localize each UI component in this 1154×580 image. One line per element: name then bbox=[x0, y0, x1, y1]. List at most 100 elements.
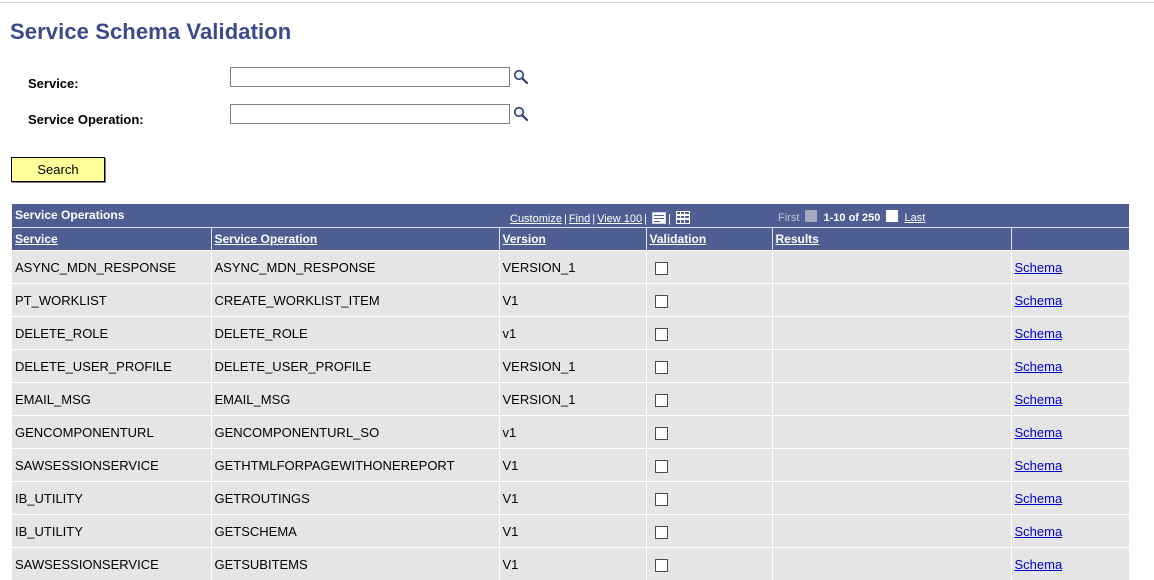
results-cell bbox=[772, 284, 1011, 317]
table-row: IB_UTILITYGETSCHEMAV1 Schema bbox=[12, 515, 1129, 548]
service-cell: DELETE_ROLE bbox=[12, 317, 211, 350]
version-cell: v1 bbox=[499, 416, 646, 449]
table-row: EMAIL_MSGEMAIL_MSGVERSION_1Schema bbox=[12, 383, 1129, 416]
grid-pagination: First 1-10 of 250 Last bbox=[778, 210, 925, 224]
results-cell bbox=[772, 350, 1011, 383]
version-cell: VERSION_1 bbox=[499, 251, 646, 284]
validation-checkbox[interactable] bbox=[655, 394, 668, 407]
schema-cell: Schema bbox=[1011, 482, 1129, 515]
table-row: DELETE_USER_PROFILEDELETE_USER_PROFILEVE… bbox=[12, 350, 1129, 383]
page-title: Service Schema Validation bbox=[10, 19, 291, 45]
grid-chart-icon[interactable] bbox=[676, 211, 690, 224]
last-link[interactable]: Last bbox=[905, 212, 926, 224]
service-operations-grid: Service Operations Customize|Find|View 1… bbox=[12, 204, 1129, 580]
schema-link[interactable]: Schema bbox=[1015, 293, 1063, 308]
service-operation-cell: GENCOMPONENTURL_SO bbox=[211, 416, 499, 449]
service-label: Service: bbox=[28, 76, 79, 91]
service-operation-cell: GETHTMLFORPAGEWITHONEREPORT bbox=[211, 449, 499, 482]
column-header-version[interactable]: Version bbox=[499, 228, 646, 251]
previous-arrow-icon bbox=[805, 210, 817, 222]
validation-checkbox[interactable] bbox=[655, 361, 668, 374]
schema-cell: Schema bbox=[1011, 350, 1129, 383]
service-operation-lookup-icon[interactable] bbox=[513, 106, 529, 122]
schema-link[interactable]: Schema bbox=[1015, 557, 1063, 572]
validation-cell bbox=[646, 350, 772, 383]
top-divider bbox=[0, 2, 1154, 3]
service-cell: ASYNC_MDN_RESPONSE bbox=[12, 251, 211, 284]
schema-link[interactable]: Schema bbox=[1015, 260, 1063, 275]
schema-link[interactable]: Schema bbox=[1015, 425, 1063, 440]
schema-link[interactable]: Schema bbox=[1015, 359, 1063, 374]
column-header-service-operation[interactable]: Service Operation bbox=[211, 228, 499, 251]
schema-link[interactable]: Schema bbox=[1015, 458, 1063, 473]
table-row: ASYNC_MDN_RESPONSEASYNC_MDN_RESPONSEVERS… bbox=[12, 251, 1129, 284]
validation-checkbox[interactable] bbox=[655, 493, 668, 506]
schema-cell: Schema bbox=[1011, 416, 1129, 449]
service-operation-input[interactable] bbox=[230, 104, 510, 124]
version-cell: V1 bbox=[499, 482, 646, 515]
schema-link[interactable]: Schema bbox=[1015, 491, 1063, 506]
version-cell: V1 bbox=[499, 284, 646, 317]
version-cell: V1 bbox=[499, 515, 646, 548]
validation-checkbox[interactable] bbox=[655, 460, 668, 473]
schema-link[interactable]: Schema bbox=[1015, 524, 1063, 539]
results-cell bbox=[772, 416, 1011, 449]
grid-toolbar: Customize|Find|View 100| | bbox=[510, 211, 690, 225]
grid-title: Service Operations bbox=[15, 208, 124, 222]
schema-cell: Schema bbox=[1011, 284, 1129, 317]
column-header-results[interactable]: Results bbox=[772, 228, 1011, 251]
service-operation-cell: GETSUBITEMS bbox=[211, 548, 499, 580]
version-cell: v1 bbox=[499, 317, 646, 350]
service-cell: SAWSESSIONSERVICE bbox=[12, 548, 211, 580]
results-cell bbox=[772, 383, 1011, 416]
table-header-row: Service Service Operation Version Valida… bbox=[12, 228, 1129, 251]
results-cell bbox=[772, 515, 1011, 548]
customize-link[interactable]: Customize bbox=[510, 213, 562, 225]
first-link: First bbox=[778, 212, 799, 224]
search-button[interactable]: Search bbox=[11, 157, 105, 182]
results-cell bbox=[772, 251, 1011, 284]
validation-checkbox[interactable] bbox=[655, 295, 668, 308]
validation-cell bbox=[646, 515, 772, 548]
find-link[interactable]: Find bbox=[569, 213, 590, 225]
column-header-service[interactable]: Service bbox=[12, 228, 211, 251]
schema-link[interactable]: Schema bbox=[1015, 392, 1063, 407]
table-row: GENCOMPONENTURLGENCOMPONENTURL_SOv1Schem… bbox=[12, 416, 1129, 449]
validation-cell bbox=[646, 482, 772, 515]
service-operation-cell: DELETE_ROLE bbox=[211, 317, 499, 350]
validation-cell bbox=[646, 449, 772, 482]
results-cell bbox=[772, 317, 1011, 350]
column-header-schema bbox=[1011, 228, 1129, 251]
schema-cell: Schema bbox=[1011, 317, 1129, 350]
table-row: IB_UTILITYGETROUTINGSV1Schema bbox=[12, 482, 1129, 515]
version-cell: V1 bbox=[499, 449, 646, 482]
validation-checkbox[interactable] bbox=[655, 328, 668, 341]
validation-checkbox[interactable] bbox=[655, 262, 668, 275]
service-input[interactable] bbox=[230, 67, 510, 87]
table-row: DELETE_ROLEDELETE_ROLEv1Schema bbox=[12, 317, 1129, 350]
download-icon[interactable] bbox=[652, 212, 666, 224]
service-cell: PT_WORKLIST bbox=[12, 284, 211, 317]
next-arrow-icon[interactable] bbox=[886, 210, 898, 222]
validation-checkbox[interactable] bbox=[655, 427, 668, 440]
schema-link[interactable]: Schema bbox=[1015, 326, 1063, 341]
service-cell: SAWSESSIONSERVICE bbox=[12, 449, 211, 482]
table-row: SAWSESSIONSERVICEGETSUBITEMSV1Schema bbox=[12, 548, 1129, 580]
service-operation-cell: GETSCHEMA bbox=[211, 515, 499, 548]
results-cell bbox=[772, 482, 1011, 515]
service-operations-table: Service Service Operation Version Valida… bbox=[12, 227, 1130, 580]
table-row: PT_WORKLISTCREATE_WORKLIST_ITEMV1Schema bbox=[12, 284, 1129, 317]
validation-cell bbox=[646, 251, 772, 284]
service-operation-cell: ASYNC_MDN_RESPONSE bbox=[211, 251, 499, 284]
validation-checkbox[interactable] bbox=[655, 559, 668, 572]
service-lookup-icon[interactable] bbox=[513, 69, 529, 85]
results-cell bbox=[772, 449, 1011, 482]
service-cell: IB_UTILITY bbox=[12, 515, 211, 548]
view-100-link[interactable]: View 100 bbox=[597, 213, 642, 225]
service-cell: DELETE_USER_PROFILE bbox=[12, 350, 211, 383]
column-header-validation[interactable]: Validation bbox=[646, 228, 772, 251]
service-operation-cell: DELETE_USER_PROFILE bbox=[211, 350, 499, 383]
service-operation-label: Service Operation: bbox=[28, 112, 144, 127]
validation-checkbox[interactable] bbox=[655, 526, 668, 539]
version-cell: VERSION_1 bbox=[499, 350, 646, 383]
